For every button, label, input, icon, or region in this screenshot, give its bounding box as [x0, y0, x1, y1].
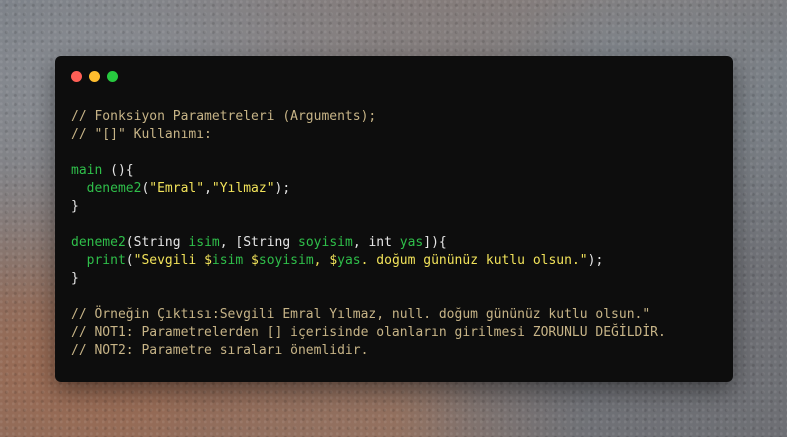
string-literal: $	[243, 253, 259, 268]
code-text: , int	[352, 235, 400, 250]
function-name: main	[71, 163, 103, 178]
string-literal: , $	[313, 253, 338, 268]
window-controls	[71, 71, 118, 82]
interpolated-var: isim	[211, 253, 244, 268]
string-literal: "Emral"	[149, 181, 205, 196]
function-name: print	[86, 253, 126, 268]
comment-line: // Örneğin Çıktısı:Sevgili Emral Yılmaz,…	[71, 307, 651, 322]
code-text: (	[125, 253, 134, 268]
string-literal: . doğum gününüz kutlu olsun."	[360, 253, 588, 268]
string-literal: "Sevgili $	[133, 253, 212, 268]
code-text: );	[274, 181, 291, 196]
param-name: yas	[399, 235, 424, 250]
comment-line: // NOT1: Parametrelerden [] içerisinde o…	[71, 325, 666, 340]
minimize-dot-icon[interactable]	[89, 71, 100, 82]
comment-line: // NOT2: Parametre sıraları önemlidir.	[71, 343, 369, 358]
comment-line: // "[]" Kullanımı:	[71, 127, 212, 142]
close-dot-icon[interactable]	[71, 71, 82, 82]
code-text: (String	[125, 235, 189, 250]
code-window: // Fonksiyon Parametreleri (Arguments); …	[55, 56, 733, 382]
string-literal: "Yılmaz"	[211, 181, 275, 196]
interpolated-var: soyisim	[258, 253, 314, 268]
param-name: soyisim	[298, 235, 353, 250]
code-text: );	[587, 253, 604, 268]
function-name: deneme2	[86, 181, 142, 196]
interpolated-var: yas	[337, 253, 361, 268]
code-text: , [String	[219, 235, 299, 250]
code-text: ]){	[423, 235, 447, 250]
code-text: }	[71, 271, 79, 286]
code-block: // Fonksiyon Parametreleri (Arguments); …	[71, 108, 666, 360]
maximize-dot-icon[interactable]	[107, 71, 118, 82]
param-name: isim	[188, 235, 220, 250]
function-name: deneme2	[71, 235, 126, 250]
code-text: ,	[204, 181, 212, 196]
comment-line: // Fonksiyon Parametreleri (Arguments);	[71, 109, 377, 124]
code-text: }	[71, 199, 79, 214]
code-text: (){	[102, 163, 134, 178]
